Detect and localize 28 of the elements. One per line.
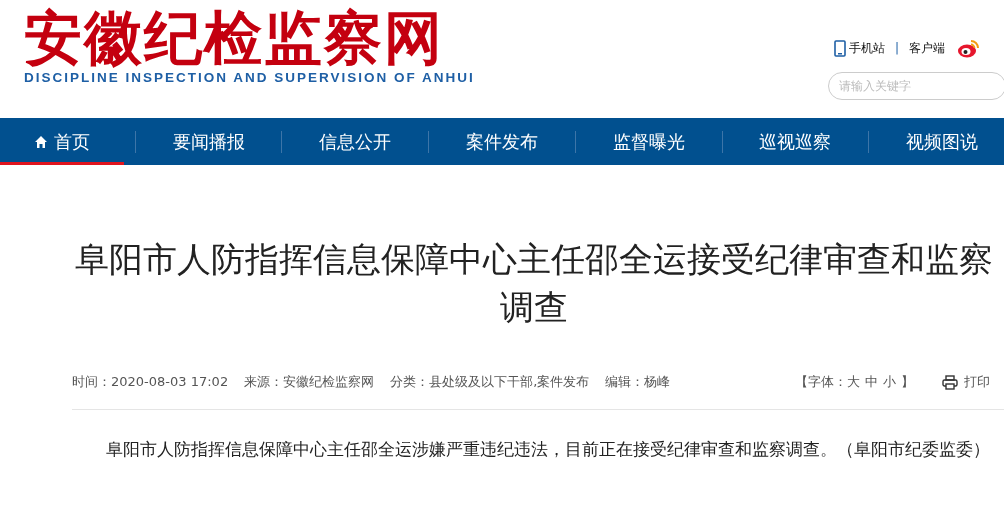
phone-icon bbox=[834, 39, 846, 57]
meta-text: 时间：2020-08-03 17:02 bbox=[72, 373, 229, 391]
meta-text: 来源：安徽纪检监察网 bbox=[244, 373, 375, 391]
site-logo-title[interactable]: 安徽纪检监察网 bbox=[24, 6, 475, 70]
meta-text: 分类：县处级及以下干部,案件发布 bbox=[390, 373, 590, 391]
weibo-icon bbox=[957, 38, 980, 58]
meta-text: 编辑：杨峰 bbox=[605, 373, 671, 391]
font-size-label: 【字体： bbox=[795, 373, 847, 391]
font-size-link[interactable]: 大 bbox=[847, 373, 860, 391]
client-link[interactable]: 客户端 bbox=[909, 39, 946, 57]
article-body: 阜阳市人防指挥信息保障中心主任邵全运涉嫌严重违纪违法，目前正在接受纪律审查和监察调查。（阜阳市纪委监委） bbox=[105, 438, 991, 461]
mobile-site-link[interactable]: 手机站 bbox=[834, 39, 885, 57]
printer-icon bbox=[942, 374, 958, 390]
font-size-link[interactable]: 中 bbox=[865, 373, 878, 391]
separator: | bbox=[895, 41, 900, 55]
print-link[interactable]: 打印 bbox=[942, 373, 990, 391]
search-field[interactable]: 请输入关键字 bbox=[828, 72, 1004, 100]
nav-tab[interactable]: 首页 bbox=[0, 118, 124, 165]
nav-tab[interactable]: 监督曝光 bbox=[586, 118, 711, 165]
font-size-link[interactable]: 小 bbox=[883, 373, 896, 391]
nav-tab[interactable]: 要闻播报 bbox=[146, 118, 271, 165]
nav-tab[interactable]: 视频图说 bbox=[880, 118, 1004, 165]
bracket-text: 】 bbox=[901, 373, 914, 391]
nav-tab[interactable]: 巡视巡察 bbox=[733, 118, 858, 165]
nav-tab[interactable]: 案件发布 bbox=[440, 118, 564, 165]
site-logo-subtitle: DISCIPLINE INSPECTION AND SUPERVISION OF ANHUI bbox=[24, 70, 475, 85]
article-title: 阜阳市人防指挥信息保障中心主任邵全运接受纪律审查和监察调查 bbox=[74, 238, 994, 329]
nav-tab[interactable]: 信息公开 bbox=[293, 118, 418, 165]
